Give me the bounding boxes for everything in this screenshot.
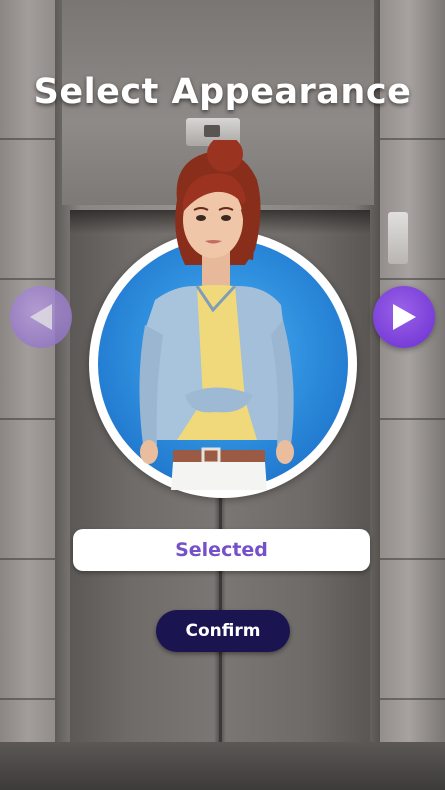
avatar-preview xyxy=(85,140,365,500)
previous-appearance-button[interactable] xyxy=(10,286,72,348)
selected-status-label: Selected xyxy=(175,539,268,561)
confirm-button-label: Confirm xyxy=(185,621,261,641)
triangle-right-icon xyxy=(393,304,416,330)
elevator-call-panel xyxy=(388,212,408,264)
next-appearance-button[interactable] xyxy=(373,286,435,348)
character-portrait-icon xyxy=(139,140,294,490)
confirm-button[interactable]: Confirm xyxy=(156,610,290,652)
triangle-left-icon xyxy=(30,304,52,330)
screen-title: Select Appearance xyxy=(33,72,412,112)
selected-status-bar: Selected xyxy=(73,529,370,571)
floor xyxy=(0,742,445,790)
